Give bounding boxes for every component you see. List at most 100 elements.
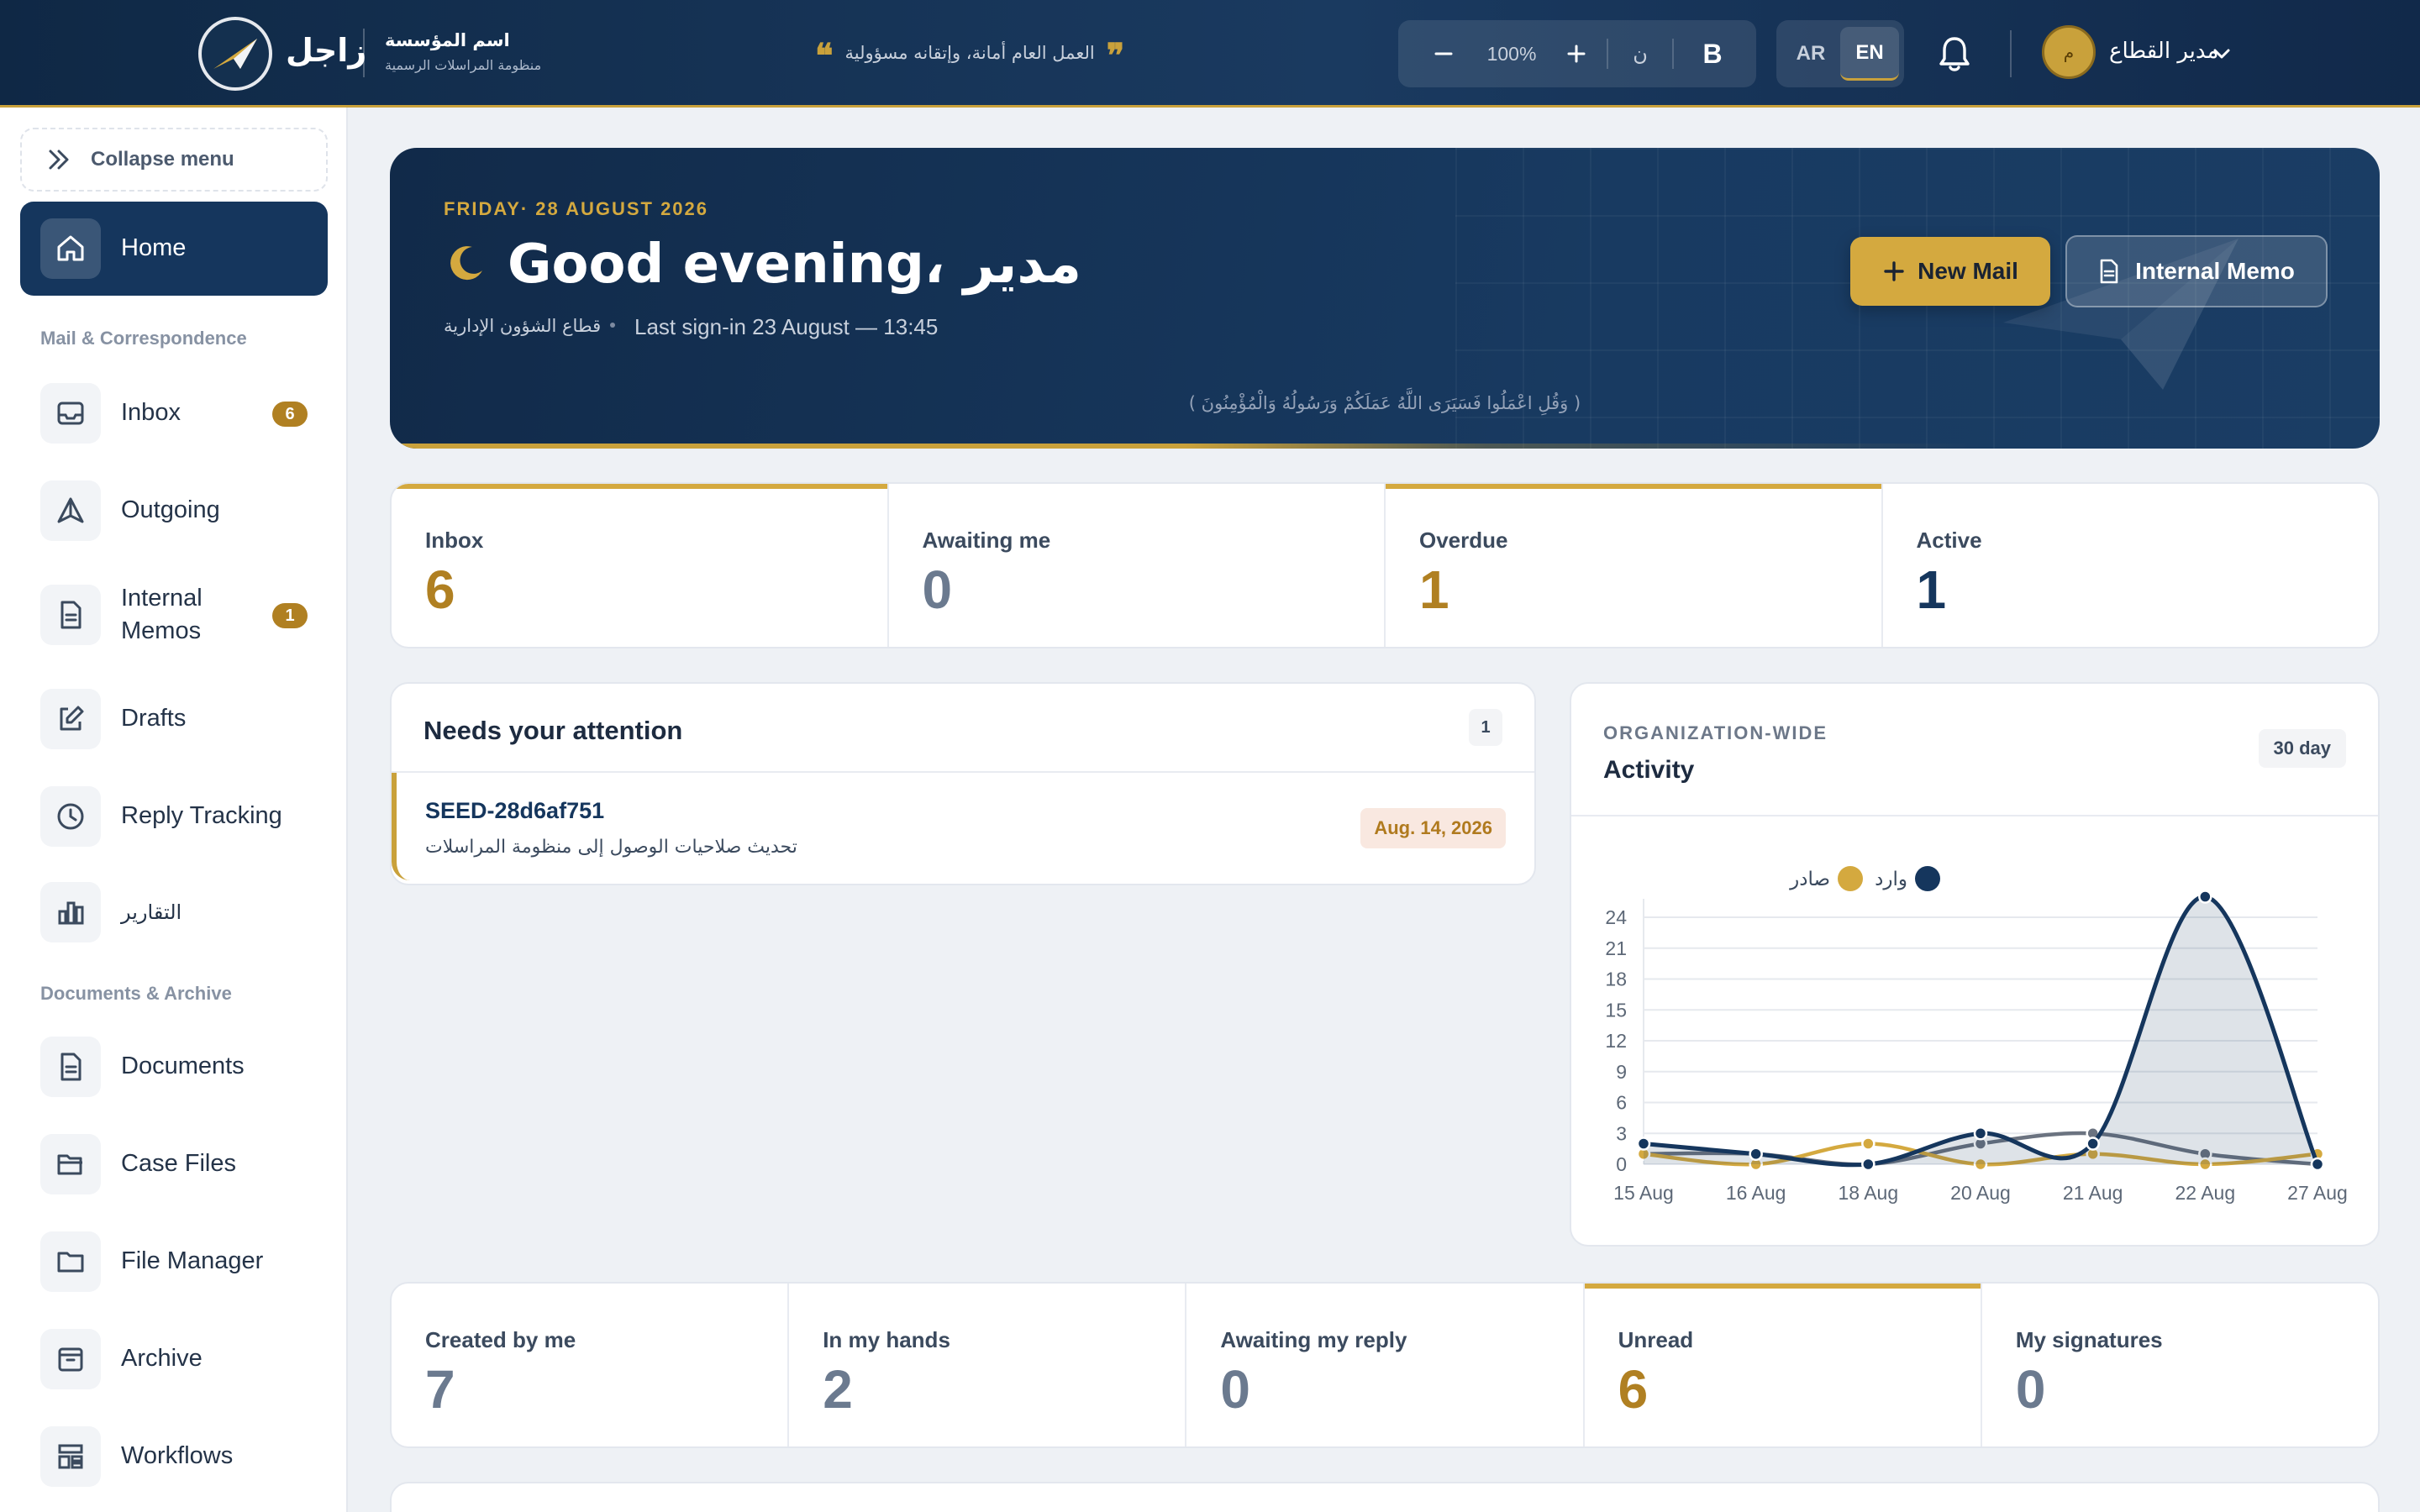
stat-value: 1 xyxy=(1419,559,1449,620)
stat-label: Overdue xyxy=(1419,528,1508,553)
sidebar-item-label: Home xyxy=(121,234,187,262)
sidebar-item-reports[interactable]: التقارير xyxy=(20,869,328,956)
sidebar-item-label: Reply Tracking xyxy=(121,802,282,830)
x-tick-label: 15 Aug xyxy=(1613,1182,1674,1204)
stat-value: 0 xyxy=(922,559,953,620)
sidebar-item-drafts[interactable]: Drafts xyxy=(20,675,328,763)
stat-label: My signatures xyxy=(2015,1327,2163,1352)
stat-unread[interactable]: Unread 6 xyxy=(1584,1284,1982,1446)
sidebar-item-label: Workflows xyxy=(121,1442,234,1470)
y-tick-label: 21 xyxy=(1605,937,1627,959)
activity-chart: 0 3 6 9 12 15 18 21 24 15 Aug 16 Aug 18 Aug 20 Aug 21… xyxy=(1605,866,2348,1204)
org-name: اسم المؤسسة xyxy=(385,30,510,50)
stat-my-signatures[interactable]: My signatures 0 xyxy=(1982,1284,2378,1446)
sidebar-item-outgoing[interactable]: Outgoing xyxy=(20,467,328,554)
legend-label: وارد xyxy=(1875,869,1907,890)
sidebar-item-label: Archive xyxy=(121,1345,203,1373)
avatar[interactable]: م xyxy=(2042,25,2096,79)
sidebar-item-internal-memos[interactable]: Internal Memos 1 xyxy=(20,564,328,665)
last-signin: Last sign-in 23 August — 13:45 xyxy=(634,314,939,339)
workflow-icon xyxy=(40,1426,101,1487)
user-name[interactable]: مدير القطاع xyxy=(2109,39,2218,64)
inbox-icon xyxy=(40,383,101,444)
y-tick-label: 0 xyxy=(1616,1153,1627,1175)
plus-icon xyxy=(1884,261,1904,281)
stat-in-my-hands[interactable]: In my hands 2 xyxy=(789,1284,1187,1446)
stat-value: 0 xyxy=(2015,1359,2046,1420)
sidebar-item-label: Documents xyxy=(121,1053,245,1080)
sidebar-item-case-files[interactable]: Case Files xyxy=(20,1121,328,1208)
count-badge: 1 xyxy=(1469,709,1502,746)
stats-summary: Inbox 6 Awaiting me 0 Overdue 1 Active 1 xyxy=(390,482,2380,648)
range-selector[interactable]: 30 day xyxy=(2258,729,2346,768)
home-icon xyxy=(40,218,101,279)
greeting: Good evening، مدير xyxy=(508,234,1081,296)
new-mail-button[interactable]: New Mail xyxy=(1850,237,2050,306)
stat-awaiting-me[interactable]: Awaiting me 0 xyxy=(889,484,1386,647)
clock-icon xyxy=(40,786,101,847)
subject: تحديث صلاحيات الوصول إلى منظومة المراسلا… xyxy=(425,837,797,858)
zoom-in-button[interactable] xyxy=(1560,37,1593,71)
document-icon xyxy=(2100,259,2118,284)
sidebar-item-label: Inbox xyxy=(121,399,181,427)
user-menu-button[interactable] xyxy=(2210,42,2233,66)
internal-memo-button[interactable]: Internal Memo xyxy=(2065,235,2328,307)
sidebar-item-reply-tracking[interactable]: Reply Tracking xyxy=(20,773,328,860)
zoom-level: 100% xyxy=(1486,42,1537,65)
stat-value: 7 xyxy=(425,1359,455,1420)
stat-overdue[interactable]: Overdue 1 xyxy=(1386,484,1883,647)
send-icon xyxy=(40,480,101,541)
sidebar-item-archive[interactable]: Archive xyxy=(20,1315,328,1403)
y-tick-label: 24 xyxy=(1605,906,1627,928)
minus-icon xyxy=(1434,52,1453,55)
lang-en-button[interactable]: EN xyxy=(1840,27,1899,81)
collapse-menu-button[interactable]: Collapse menu xyxy=(20,128,328,192)
sidebar-item-label: Internal Memos xyxy=(121,584,203,644)
quote-open-icon: ❝ xyxy=(815,36,834,76)
stat-inbox[interactable]: Inbox 6 xyxy=(392,484,889,647)
banner-accent-bar xyxy=(390,444,2380,449)
zoom-out-button[interactable] xyxy=(1427,37,1460,71)
stat-active[interactable]: Active 1 xyxy=(1883,484,2379,647)
bold-toggle-button[interactable]: B xyxy=(1694,35,1731,72)
paper-plane-logo-icon xyxy=(213,39,257,69)
chevrons-right-icon xyxy=(49,150,69,170)
document-icon xyxy=(40,1037,101,1097)
count-badge: 6 xyxy=(272,402,308,427)
legend-swatch xyxy=(1915,866,1940,891)
stat-label: Unread xyxy=(1618,1327,1694,1352)
stat-label: Awaiting my reply xyxy=(1220,1327,1407,1352)
divider xyxy=(2010,30,2012,77)
notifications-button[interactable] xyxy=(1936,34,1973,74)
count-badge: 1 xyxy=(272,603,308,628)
activity-panel: ORGANIZATION-WIDE Activity 30 day 0 3 6 9 12… xyxy=(1570,682,2380,1247)
sidebar-item-workflows[interactable]: Workflows xyxy=(20,1413,328,1500)
stat-created-by-me[interactable]: Created by me 7 xyxy=(392,1284,790,1446)
next-panel xyxy=(390,1482,2380,1512)
top-bar: زاجل اسم المؤسسة منظومة المراسلات الرسمي… xyxy=(0,0,2420,108)
lang-ar-button[interactable]: AR xyxy=(1781,27,1840,81)
sidebar-item-documents[interactable]: Documents xyxy=(20,1023,328,1110)
x-tick-label: 20 Aug xyxy=(1950,1182,2011,1204)
list-item[interactable]: SEED-28d6af751 تحديث صلاحيات الوصول إلى … xyxy=(392,773,1534,880)
data-point xyxy=(1749,1147,1763,1161)
panel-kicker: ORGANIZATION-WIDE xyxy=(1603,722,1828,743)
collapse-menu-label: Collapse menu xyxy=(91,148,234,171)
chevron-down-icon xyxy=(2213,49,2230,59)
sidebar-item-file-manager[interactable]: File Manager xyxy=(20,1218,328,1305)
stat-label: Created by me xyxy=(425,1327,576,1352)
sidebar-item-home[interactable]: Home xyxy=(20,202,328,296)
motto: ❝ العمل العام أمانة، وإتقانه مسؤولية ❞ xyxy=(815,39,1124,73)
due-date-badge: Aug. 14, 2026 xyxy=(1360,808,1506,848)
data-point xyxy=(2198,890,2212,904)
y-tick-label: 18 xyxy=(1605,969,1627,990)
font-toggle-button[interactable]: ن xyxy=(1623,37,1657,71)
stat-awaiting-my-reply[interactable]: Awaiting my reply 0 xyxy=(1186,1284,1585,1446)
language-switcher: AR EN xyxy=(1776,20,1904,87)
stat-value: 1 xyxy=(1916,559,1947,620)
x-tick-label: 27 Aug xyxy=(2287,1182,2348,1204)
sidebar-item-inbox[interactable]: Inbox 6 xyxy=(20,370,328,457)
legend-label: صادر xyxy=(1789,869,1830,890)
data-point xyxy=(1861,1157,1876,1172)
app-logo[interactable] xyxy=(198,17,272,91)
